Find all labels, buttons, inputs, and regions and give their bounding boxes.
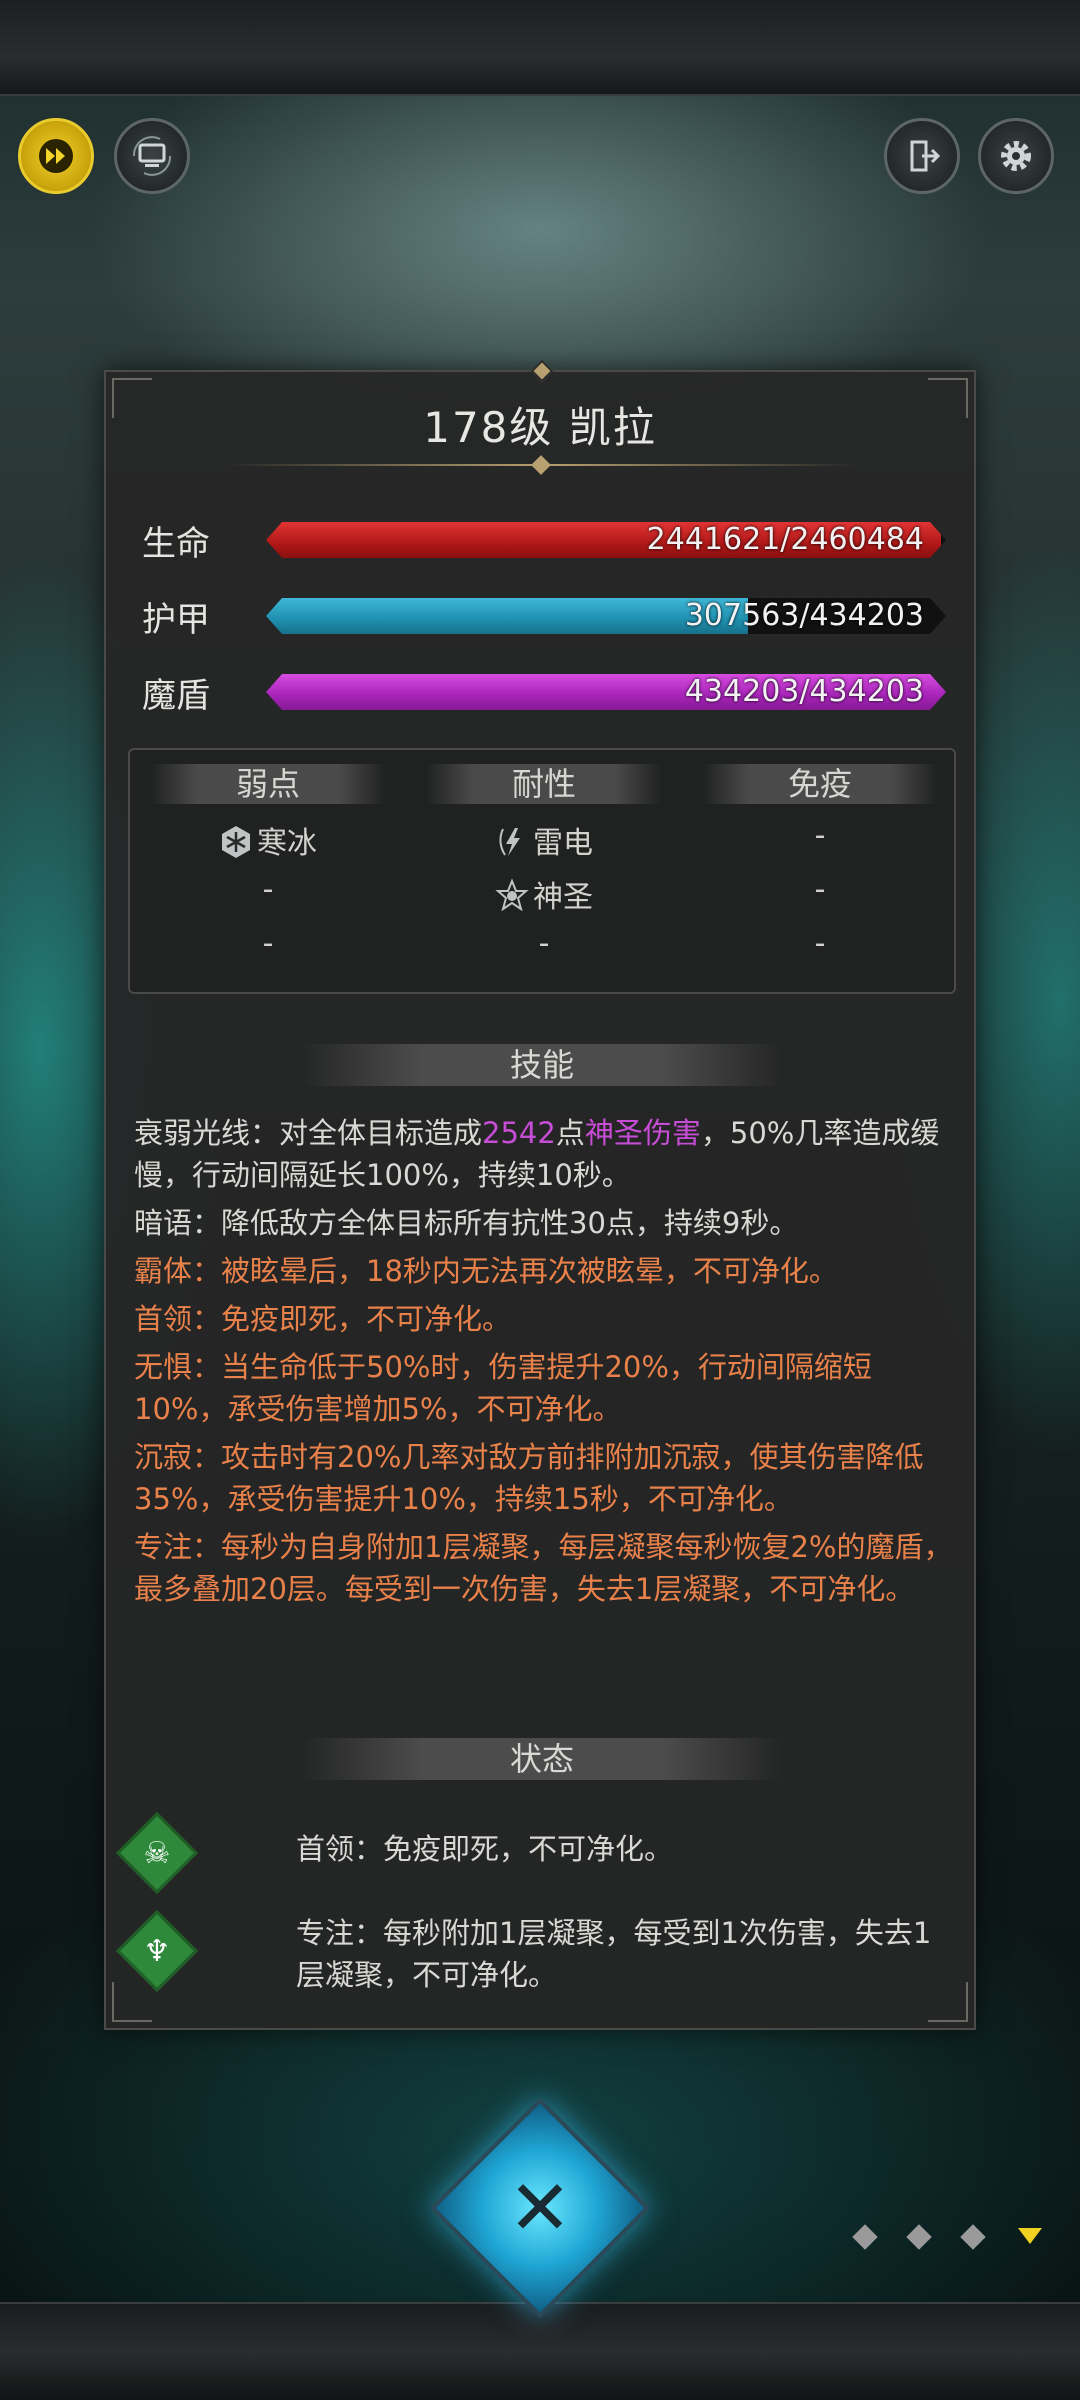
immunity-item: - bbox=[814, 926, 826, 961]
chalice-icon: ♆ bbox=[143, 1933, 171, 1969]
shield-label: 魔盾 bbox=[142, 676, 210, 716]
immunity-item: - bbox=[814, 872, 826, 907]
fast-forward-icon bbox=[39, 139, 73, 173]
close-icon[interactable]: ✕ bbox=[500, 2168, 580, 2248]
settings-button[interactable] bbox=[978, 118, 1054, 194]
resistance-item: 神圣 bbox=[426, 872, 662, 916]
hp-label: 生命 bbox=[142, 524, 210, 564]
skill-focus: 专注：每秒为自身附加1层凝聚，每层凝聚每秒恢复2%的魔盾，最多叠加20层。每受到… bbox=[134, 1530, 953, 1606]
lightning-icon bbox=[499, 828, 520, 856]
skill-whisper: 暗语：降低敌方全体目标所有抗性30点，持续9秒。 bbox=[134, 1206, 799, 1240]
armor-bar-fill bbox=[266, 598, 748, 634]
hp-bar: 2441621/2460484 bbox=[266, 522, 946, 558]
armor-label: 护甲 bbox=[142, 600, 210, 640]
gear-icon bbox=[1001, 141, 1031, 171]
immunity-header: 免疫 bbox=[702, 764, 938, 804]
holy-icon bbox=[495, 879, 529, 912]
status-focus: 专注：每秒附加1层凝聚，每受到1次伤害，失去1层凝聚，不可净化。 bbox=[296, 1916, 932, 1992]
shield-bar: 434203/434203 bbox=[266, 674, 946, 710]
skill-boss: 首领：免疫即死，不可净化。 bbox=[134, 1302, 512, 1336]
skill-tenacity: 霸体：被眩晕后，18秒内无法再次被眩晕，不可净化。 bbox=[134, 1254, 838, 1288]
status-boss: 首领：免疫即死，不可净化。 bbox=[296, 1832, 674, 1866]
status-icon-slot: ♆ bbox=[115, 1909, 199, 1993]
resistance-table: 弱点 耐性 免疫 寒冰 - - 雷电 神圣 - - - - bbox=[128, 748, 956, 994]
skills-list: 衰弱光线：对全体目标造成2542点神圣伤害，50%几率造成缓慢，行动间隔延长10… bbox=[134, 1112, 954, 1616]
resistance-item: 雷电 bbox=[426, 818, 662, 862]
hp-value: 2441621/2460484 bbox=[646, 522, 924, 557]
status-icon-slot: ☠ bbox=[115, 1811, 199, 1895]
immunity-item: - bbox=[814, 818, 826, 853]
armor-value: 307563/434203 bbox=[684, 598, 924, 633]
skill-silence: 沉寂：攻击时有20%几率对敌方前排附加沉寂，使其伤害降低35%，承受伤害提升10… bbox=[134, 1440, 924, 1516]
weakness-item: - bbox=[262, 872, 274, 907]
skills-header: 技能 bbox=[302, 1044, 782, 1086]
weakness-item: - bbox=[262, 926, 274, 961]
snowflake-icon bbox=[222, 826, 250, 858]
weakness-header: 弱点 bbox=[150, 764, 386, 804]
auto-battle-button[interactable] bbox=[114, 118, 190, 194]
shield-value: 434203/434203 bbox=[684, 674, 924, 709]
armor-bar: 307563/434203 bbox=[266, 598, 946, 634]
resistance-item: - bbox=[538, 926, 550, 961]
boss-name-title: 178级 凯拉 bbox=[423, 403, 657, 452]
exit-icon bbox=[910, 140, 941, 172]
auto-battle-icon bbox=[132, 136, 172, 176]
panel-corner bbox=[112, 1982, 152, 2022]
top-frame bbox=[0, 0, 1080, 96]
exit-button[interactable] bbox=[884, 118, 960, 194]
skill-weakening-ray: 衰弱光线：对全体目标造成2542点神圣伤害，50%几率造成缓慢，行动间隔延长10… bbox=[134, 1116, 940, 1192]
skill-fearless: 无惧：当生命低于50%时，伤害提升20%，行动间隔缩短10%，承受伤害增加5%，… bbox=[134, 1350, 872, 1426]
status-header: 状态 bbox=[302, 1738, 782, 1780]
boss-info-panel: 178级 凯拉 生命 2441621/2460484 护甲 307563/434… bbox=[104, 359, 976, 2030]
skull-icon: ☠ bbox=[143, 1835, 171, 1871]
speed-button[interactable] bbox=[18, 118, 94, 194]
resistance-header: 耐性 bbox=[426, 764, 662, 804]
title-ornament bbox=[531, 455, 551, 475]
weakness-item: 寒冰 bbox=[150, 818, 386, 862]
